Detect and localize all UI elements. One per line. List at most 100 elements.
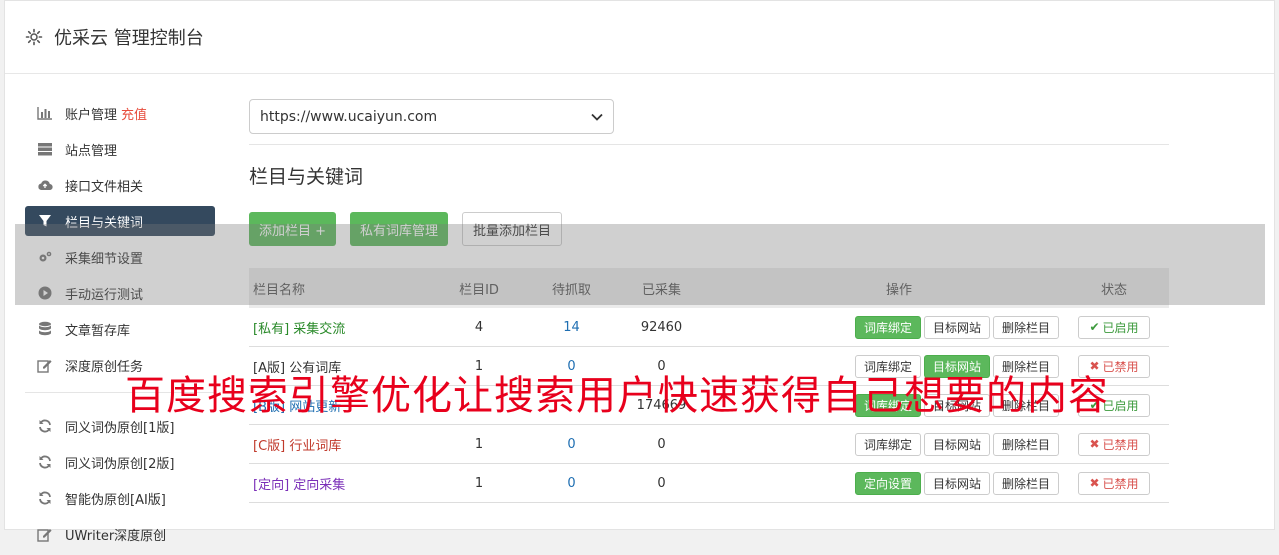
status-toggle[interactable]: ✖ 已禁用 (1078, 471, 1150, 495)
column-label: 行业词库 (289, 438, 342, 454)
status-toggle[interactable]: ✖ 已禁用 (1078, 354, 1150, 378)
sidebar-divider (25, 392, 215, 393)
pending-count[interactable]: 0 (519, 437, 624, 452)
play-icon (37, 285, 53, 301)
collected-count: 0 (657, 358, 666, 374)
bar-chart-icon (37, 105, 53, 121)
status-label: 已禁用 (1102, 476, 1139, 491)
header-id: 栏目ID (459, 282, 499, 298)
bind-lib-button[interactable]: 词库绑定 (854, 315, 921, 339)
private-lib-button[interactable]: 私有词库管理 (350, 212, 449, 246)
table-row: [私有] 采集交流 4 14 92460 词库绑定 目标网站 删除栏目 ✔ 已启用 (249, 308, 1169, 347)
batch-add-button[interactable]: 批量添加栏目 (462, 212, 563, 246)
delete-column-button[interactable]: 删除栏目 (992, 471, 1059, 495)
gear-icon (25, 28, 43, 46)
column-name[interactable]: [私有] 采集交流 (249, 318, 439, 337)
sidebar-item-sites[interactable]: 站点管理 (25, 134, 215, 164)
sidebar-item-uwriter[interactable]: UWriter深度原创 (25, 519, 215, 549)
pending-count[interactable]: 14 (519, 320, 624, 335)
delete-column-button[interactable]: 删除栏目 (992, 315, 1059, 339)
row-actions: 词库绑定 目标网站 删除栏目 (699, 393, 1059, 417)
chevron-down-icon (591, 109, 603, 125)
sidebar-item-synonym-v1[interactable]: 同义词伪原创[1版] (25, 411, 215, 441)
column-id: 4 (474, 319, 484, 335)
column-name[interactable]: [定向] 定向采集 (249, 474, 439, 493)
column-name[interactable]: [A版] 公有词库 (249, 357, 439, 376)
directed-settings-button[interactable]: 定向设置 (854, 471, 921, 495)
sidebar-item-collect-settings[interactable]: 采集细节设置 (25, 242, 215, 272)
delete-column-button[interactable]: 删除栏目 (992, 354, 1059, 378)
sidebar-item-label: 站点管理 (65, 143, 118, 159)
status-label: 已禁用 (1102, 437, 1139, 452)
sidebar-item-interface-files[interactable]: 接口文件相关 (25, 170, 215, 200)
sidebar-item-label: 同义词伪原创[2版] (65, 456, 175, 472)
sidebar-item-label: 栏目与关键词 (65, 215, 144, 231)
column-id: 1 (474, 358, 484, 374)
sidebar-item-label: 深度原创任务 (65, 359, 144, 375)
bind-lib-button[interactable]: 词库绑定 (854, 432, 921, 456)
status-cell: ✔ 已启用 (1059, 393, 1169, 417)
bind-lib-button[interactable]: 词库绑定 (854, 393, 921, 417)
target-site-button[interactable]: 目标网站 (923, 393, 990, 417)
status-cell: ✖ 已禁用 (1059, 354, 1169, 378)
sidebar-item-article-store[interactable]: 文章暂存库 (25, 314, 215, 344)
recharge-link[interactable]: 充值 (121, 104, 147, 123)
sidebar-item-label: 智能伪原创[AI版] (65, 492, 166, 508)
sidebar-item-label: 接口文件相关 (65, 179, 144, 195)
collected-count: 92460 (640, 319, 683, 335)
header-name: 栏目名称 (253, 282, 306, 298)
column-label: 定向采集 (293, 477, 346, 493)
row-actions: 词库绑定 目标网站 删除栏目 (699, 315, 1059, 339)
table-row: [定向] 定向采集 1 0 0 定向设置 目标网站 删除栏目 ✖ 已禁用 (249, 464, 1169, 503)
refresh-icon (37, 454, 53, 470)
site-select[interactable]: https://www.ucaiyun.com (249, 99, 614, 134)
column-name[interactable]: [B版] 网站更新 (249, 396, 439, 415)
header-collected: 已采集 (641, 282, 681, 298)
column-tag: [定向] (253, 477, 290, 493)
delete-column-button[interactable]: 删除栏目 (992, 432, 1059, 456)
column-id: 1 (474, 436, 484, 452)
sidebar-item-columns-keywords[interactable]: 栏目与关键词 (25, 206, 215, 236)
status-toggle[interactable]: ✔ 已启用 (1078, 315, 1150, 339)
column-label: 采集交流 (293, 321, 346, 337)
delete-column-button[interactable]: 删除栏目 (992, 393, 1059, 417)
target-site-button[interactable]: 目标网站 (923, 315, 990, 339)
sidebar-item-label: 同义词伪原创[1版] (65, 420, 175, 436)
column-tag: [私有] (253, 321, 290, 337)
add-column-button[interactable]: 添加栏目 + (249, 212, 337, 246)
status-cell: ✖ 已禁用 (1059, 471, 1169, 495)
edit-icon (37, 526, 53, 542)
target-site-button[interactable]: 目标网站 (923, 354, 990, 378)
filter-icon (37, 213, 53, 229)
collected-count: 0 (657, 436, 666, 452)
bind-lib-button[interactable]: 词库绑定 (854, 354, 921, 378)
status-label: 已启用 (1102, 398, 1139, 413)
sidebar-item-ai-rewrite[interactable]: 智能伪原创[AI版] (25, 483, 215, 513)
target-site-button[interactable]: 目标网站 (923, 432, 990, 456)
site-select-value: https://www.ucaiyun.com (260, 108, 438, 125)
target-site-button[interactable]: 目标网站 (923, 471, 990, 495)
sidebar-item-account[interactable]: 账户管理 充值 (25, 98, 215, 128)
sidebar-item-label: UWriter深度原创 (65, 528, 167, 544)
console-page: 优采云 管理控制台 账户管理 充值 站点管理 接口文件相关 栏目与关键词 采集细… (4, 0, 1275, 544)
table-header: 栏目名称 栏目ID 待抓取 已采集 操作 状态 (249, 268, 1169, 308)
pending-count[interactable]: 0 (519, 476, 624, 491)
header-pending: 待抓取 (551, 282, 591, 298)
sidebar-item-label: 手动运行测试 (65, 287, 144, 303)
sidebar-item-deep-original[interactable]: 深度原创任务 (25, 350, 215, 380)
column-label: 公有词库 (289, 360, 342, 376)
check-icon: ✔ (1089, 320, 1100, 334)
table-row: [B版] 网站更新 174669 词库绑定 目标网站 删除栏目 ✔ 已启用 (249, 386, 1169, 425)
sidebar-item-manual-run[interactable]: 手动运行测试 (25, 278, 215, 308)
row-actions: 定向设置 目标网站 删除栏目 (699, 471, 1059, 495)
status-toggle[interactable]: ✖ 已禁用 (1078, 432, 1150, 456)
cloud-upload-icon (37, 177, 53, 193)
status-toggle[interactable]: ✔ 已启用 (1078, 393, 1150, 417)
sidebar-item-synonym-v2[interactable]: 同义词伪原创[2版] (25, 447, 215, 477)
pending-count[interactable]: 0 (519, 359, 624, 374)
status-label: 已禁用 (1102, 359, 1139, 374)
status-label: 已启用 (1102, 320, 1139, 335)
column-name[interactable]: [C版] 行业词库 (249, 435, 439, 454)
header: 优采云 管理控制台 (5, 1, 1274, 74)
sidebar: 账户管理 充值 站点管理 接口文件相关 栏目与关键词 采集细节设置 手动运行测试… (25, 98, 215, 555)
